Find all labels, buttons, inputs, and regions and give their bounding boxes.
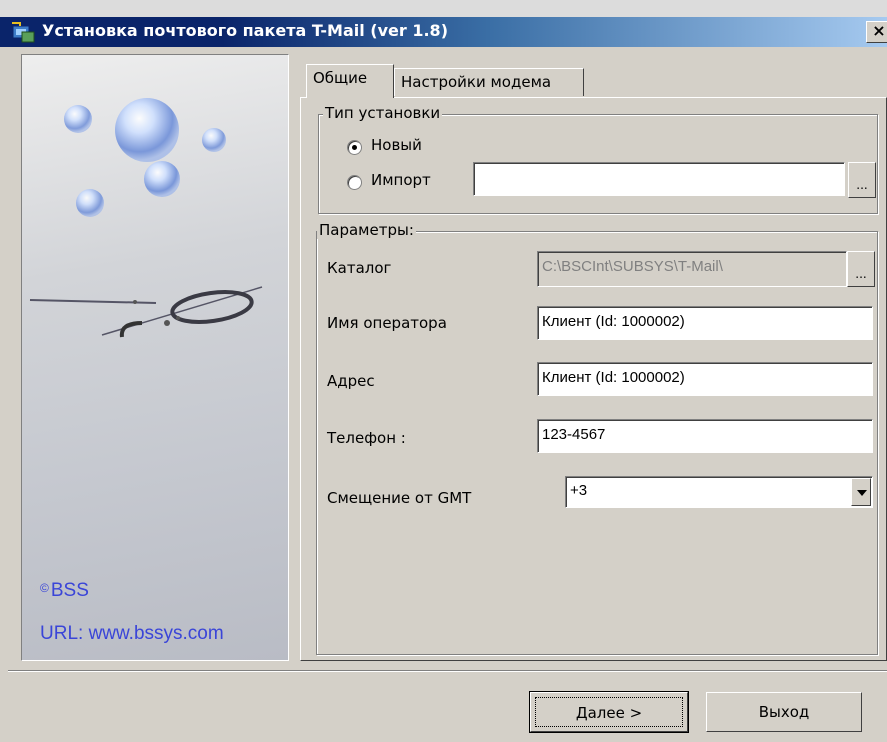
radio-new-label[interactable]: Новый (371, 136, 422, 154)
focus-rect: Далее > (535, 697, 683, 727)
chevron-down-icon[interactable] (851, 478, 871, 506)
close-button[interactable]: × (866, 21, 887, 43)
window-title: Установка почтового пакета T-Mail (ver 1… (42, 21, 448, 40)
tab-general[interactable]: Общие (306, 64, 394, 98)
website-link[interactable]: URL: www.bssys.com (40, 623, 224, 645)
next-button[interactable]: Далее > (529, 691, 689, 733)
decorative-art (29, 98, 263, 338)
copyright-text: © BSS (40, 580, 89, 601)
install-type-group: Тип установки Новый Импорт ... (318, 104, 878, 214)
gmt-offset-value: +3 (570, 482, 588, 499)
bubble-medium (64, 105, 92, 133)
exit-button[interactable]: Выход (706, 692, 862, 732)
import-browse-button[interactable]: ... (848, 162, 876, 198)
close-icon: × (872, 21, 886, 40)
bubble-large (115, 98, 179, 162)
phone-input[interactable]: 123-4567 (537, 419, 873, 453)
operator-label: Имя оператора (327, 314, 447, 332)
radio-selected-dot (352, 145, 357, 150)
catalog-label: Каталог (327, 259, 392, 277)
operator-name-input[interactable]: Клиент (Id: 1000002) (537, 306, 873, 340)
app-icon (12, 22, 35, 43)
bubble-small (202, 128, 226, 152)
gmt-offset-label: Смещение от GMT (327, 489, 472, 507)
ring-decoration (170, 290, 254, 324)
catalog-input: C:\BSCInt\SUBSYS\T-Mail\ (537, 251, 847, 287)
parameters-group: Параметры: Каталог C:\BSCInt\SUBSYS\T-Ma… (316, 221, 878, 655)
gmt-offset-select[interactable]: +3 (565, 476, 873, 508)
radio-import[interactable] (347, 175, 362, 190)
tab-modem-settings[interactable]: Настройки модема (394, 68, 584, 96)
install-type-legend: Тип установки (323, 104, 443, 122)
bubble-left (76, 189, 104, 217)
catalog-browse-button[interactable]: ... (847, 251, 875, 287)
radio-new[interactable] (347, 140, 362, 155)
radio-import-label[interactable]: Импорт (371, 171, 431, 189)
address-input[interactable]: Клиент (Id: 1000002) (537, 362, 873, 396)
bottom-separator (8, 670, 887, 672)
bubble-center (144, 161, 180, 197)
phone-label: Телефон : (327, 429, 406, 447)
address-label: Адрес (327, 372, 375, 390)
side-panel: © BSS URL: www.bssys.com (21, 54, 289, 661)
import-path-input[interactable] (473, 162, 845, 196)
parameters-legend: Параметры: (317, 221, 416, 239)
title-bar: Установка почтового пакета T-Mail (ver 1… (0, 0, 887, 47)
